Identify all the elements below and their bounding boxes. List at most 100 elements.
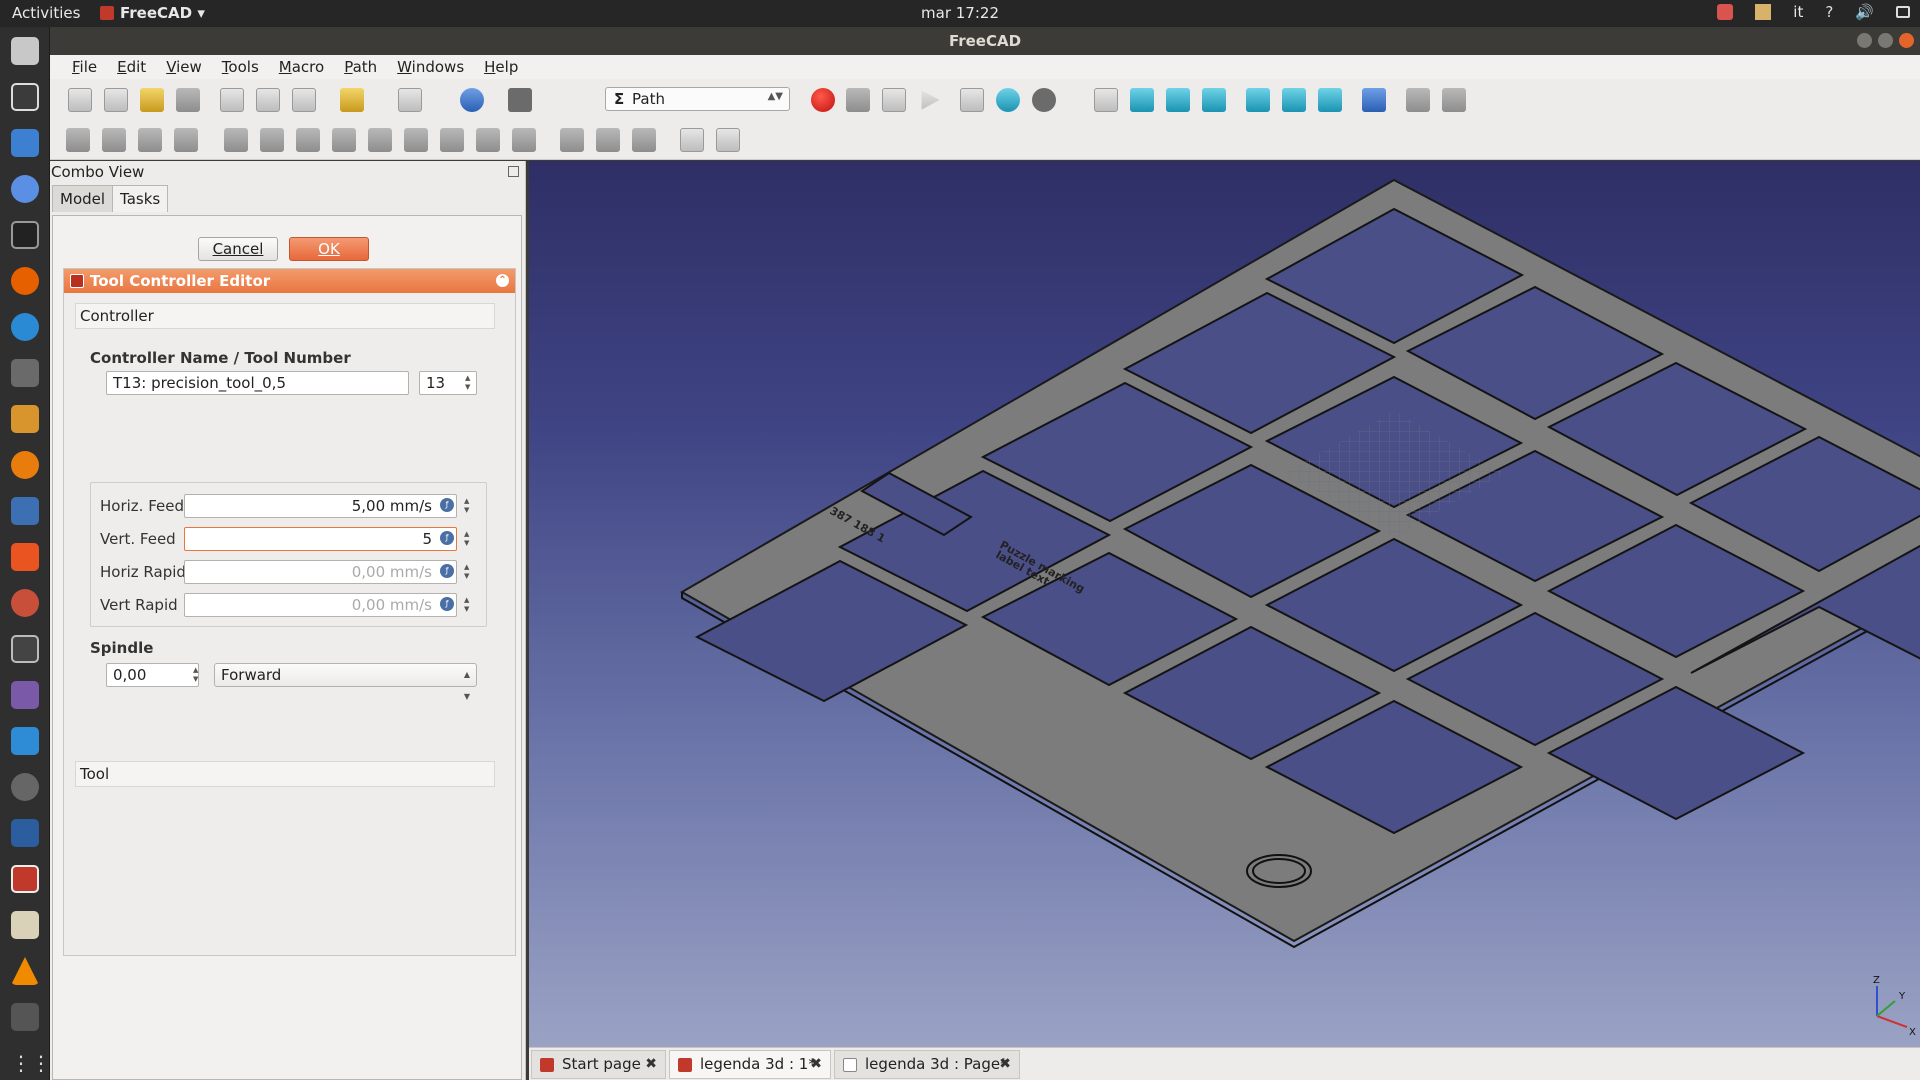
vert-feed-input[interactable]: 5	[184, 527, 457, 551]
menu-view[interactable]: View	[156, 55, 212, 79]
post-process-icon[interactable]	[102, 128, 126, 152]
close-icon[interactable]: ✖	[810, 1051, 822, 1078]
battery-icon[interactable]	[1896, 6, 1910, 18]
spindle-speed-stepper[interactable]	[190, 663, 204, 687]
tool-section[interactable]: Tool	[75, 761, 495, 787]
redo-icon[interactable]	[398, 88, 422, 112]
3d-view[interactable]: 387 188 1 Puzzle marking label text Z Y …	[529, 161, 1920, 1047]
axis-indicator[interactable]: Z Y X	[1873, 975, 1916, 1038]
close-icon[interactable]: ✖	[645, 1051, 657, 1078]
menu-help[interactable]: Help	[474, 55, 528, 79]
open-file-icon[interactable]	[104, 88, 128, 112]
spindle-speed-input[interactable]: 0,00	[106, 663, 199, 687]
refresh-icon[interactable]	[460, 88, 484, 112]
draw-icon[interactable]	[11, 405, 39, 433]
menu-tools[interactable]: Tools	[212, 55, 269, 79]
writer-icon[interactable]	[11, 129, 39, 157]
cube-icon[interactable]	[11, 819, 39, 847]
adaptive-icon[interactable]	[476, 128, 500, 152]
freecad-dock-icon[interactable]	[11, 865, 39, 893]
ok-button[interactable]: OK	[289, 237, 369, 261]
close-icon[interactable]: ✖	[999, 1051, 1011, 1078]
menu-windows[interactable]: Windows	[387, 55, 474, 79]
workbench-selector[interactable]: Σ Path ▲▼	[605, 87, 790, 111]
editor-header[interactable]: Tool Controller Editor ⌃	[64, 269, 515, 293]
help-icon[interactable]: ?	[1825, 3, 1833, 21]
tools-icon[interactable]	[11, 589, 39, 617]
measure-icon[interactable]	[1362, 88, 1386, 112]
horiz-feed-stepper[interactable]	[461, 494, 475, 518]
software-center-icon[interactable]	[11, 543, 39, 571]
profile-edges-icon[interactable]	[260, 128, 284, 152]
simulator-icon[interactable]	[716, 128, 740, 152]
maximize-button[interactable]	[1878, 33, 1893, 48]
horiz-feed-input[interactable]: 5,00 mm/s	[184, 494, 457, 518]
doc-tab-legenda-page[interactable]: legenda 3d : Page* ✖	[834, 1050, 1020, 1079]
gimp-icon[interactable]	[11, 359, 39, 387]
tab-model[interactable]: Model	[52, 185, 114, 212]
new-file-icon[interactable]	[68, 88, 92, 112]
macro-stop-icon[interactable]	[846, 88, 870, 112]
pocket-shape-icon[interactable]	[368, 128, 392, 152]
inkscape-icon[interactable]	[11, 83, 39, 111]
clock[interactable]: mar 17:22	[0, 4, 1920, 22]
close-button[interactable]	[1899, 33, 1914, 48]
volume-icon[interactable]: 🔊	[1855, 3, 1874, 21]
3d-model[interactable]: 387 188 1 Puzzle marking label text Z Y …	[529, 161, 1920, 1047]
mill-face-icon[interactable]	[404, 128, 428, 152]
helix-icon[interactable]	[440, 128, 464, 152]
eye-icon[interactable]	[11, 773, 39, 801]
engrave-icon[interactable]	[560, 128, 584, 152]
vert-rapid-input[interactable]: 0,00 mm/s	[184, 593, 457, 617]
isometric-view-icon[interactable]	[1094, 88, 1118, 112]
cancel-button[interactable]: Cancel	[198, 237, 278, 261]
tool-number-stepper[interactable]	[462, 371, 476, 395]
print-icon[interactable]	[176, 88, 200, 112]
sanity-icon[interactable]	[174, 128, 198, 152]
impress-icon[interactable]	[11, 497, 39, 525]
right-view-icon[interactable]	[1202, 88, 1226, 112]
rear-view-icon[interactable]	[1246, 88, 1270, 112]
macro-record-icon[interactable]	[811, 88, 835, 112]
draw-style-icon[interactable]	[1032, 88, 1056, 112]
macro-edit-icon[interactable]	[882, 88, 906, 112]
fit-all-icon[interactable]	[960, 88, 984, 112]
inspect-icon[interactable]	[138, 128, 162, 152]
expression-icon[interactable]: ƒ	[440, 531, 454, 545]
menu-macro[interactable]: Macro	[269, 55, 334, 79]
doc-tab-start-page[interactable]: Start page ✖	[531, 1050, 666, 1079]
profile-icon[interactable]	[224, 128, 248, 152]
expression-icon[interactable]: ƒ	[440, 564, 454, 578]
collapse-icon[interactable]: ⌃	[496, 274, 509, 287]
tab-tasks[interactable]: Tasks	[112, 185, 169, 212]
show-apps-icon[interactable]: ⋮⋮⋮	[11, 1049, 71, 1077]
pocket-icon[interactable]	[332, 128, 356, 152]
top-view-icon[interactable]	[1166, 88, 1190, 112]
vcarve-icon[interactable]	[632, 128, 656, 152]
menu-edit[interactable]: Edit	[107, 55, 156, 79]
controller-section[interactable]: Controller	[75, 303, 495, 329]
camera-icon[interactable]	[11, 635, 39, 663]
transfer-icon[interactable]	[11, 727, 39, 755]
copy-icon[interactable]	[256, 88, 280, 112]
vlc-icon[interactable]	[11, 957, 39, 985]
macro-play-icon[interactable]	[921, 90, 940, 110]
vert-feed-stepper[interactable]	[461, 527, 475, 551]
contour-icon[interactable]	[296, 128, 320, 152]
whats-this-icon[interactable]	[508, 88, 532, 112]
dressup-icon[interactable]	[680, 128, 704, 152]
expression-icon[interactable]: ƒ	[440, 498, 454, 512]
drilling-icon[interactable]	[512, 128, 536, 152]
menu-file[interactable]: File	[62, 55, 107, 79]
front-view-icon[interactable]	[1130, 88, 1154, 112]
vert-rapid-stepper[interactable]	[461, 593, 475, 617]
chromium-icon[interactable]	[11, 175, 39, 203]
horiz-rapid-input[interactable]: 0,00 mm/s	[184, 560, 457, 584]
job-icon[interactable]	[66, 128, 90, 152]
deburr-icon[interactable]	[596, 128, 620, 152]
video-editor-icon[interactable]	[11, 681, 39, 709]
thunderbird-icon[interactable]	[11, 313, 39, 341]
fit-selection-icon[interactable]	[996, 88, 1020, 112]
bottom-view-icon[interactable]	[1282, 88, 1306, 112]
doc-tab-legenda-3d[interactable]: legenda 3d : 1* ✖	[669, 1050, 831, 1079]
